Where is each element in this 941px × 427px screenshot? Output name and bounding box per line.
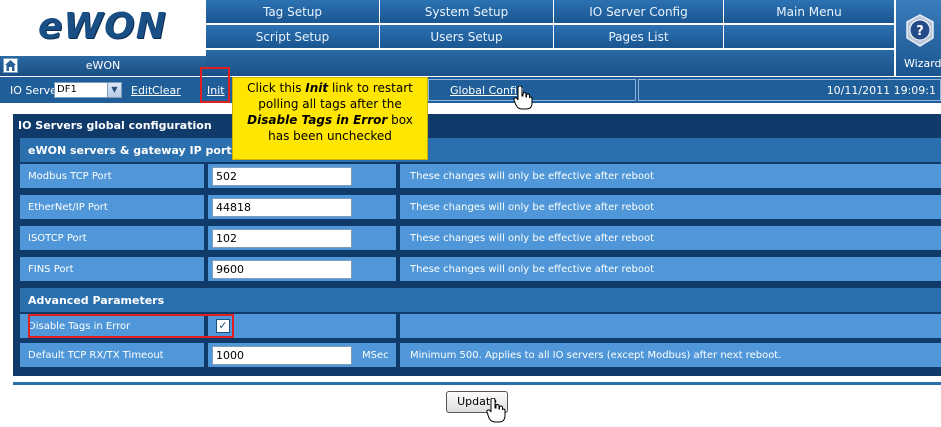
hand-cursor-icon [513, 85, 533, 113]
table-row: ISOTCP Port 102 These changes will only … [20, 226, 941, 252]
timeout-input[interactable]: 1000 [212, 346, 352, 365]
logo-subtitle: eWON [85, 59, 121, 72]
modbus-port-input[interactable]: 502 [212, 167, 352, 186]
instruction-callout: Click this Init link to restart polling … [232, 77, 428, 160]
nav-pages-list[interactable]: Pages List [554, 25, 724, 49]
nav-users-setup[interactable]: Users Setup [380, 25, 554, 49]
table-row: Modbus TCP Port 502 These changes will o… [20, 164, 941, 190]
wizard-help-icon[interactable]: ? [905, 14, 935, 51]
fins-port-input[interactable]: 9600 [212, 260, 352, 279]
datetime-cell: 10/11/2011 19:09:1 [638, 79, 941, 101]
row-label: ISOTCP Port [28, 233, 87, 244]
callout-init: Init [305, 81, 329, 95]
nav-main-menu[interactable]: Main Menu [724, 0, 895, 24]
nav-spacer [206, 50, 895, 77]
io-server-select[interactable]: DF1 ▼ [54, 82, 122, 98]
row-note: Minimum 500. Applies to all IO servers (… [410, 350, 782, 361]
nav-io-server-config[interactable]: IO Server Config [554, 0, 724, 24]
ewon-logo: eWON [0, 0, 206, 56]
advanced-section-title: Advanced Parameters [28, 294, 165, 307]
io-server-selected: DF1 [57, 84, 77, 95]
chevron-down-icon[interactable]: ▼ [107, 83, 121, 97]
row-label: FINS Port [28, 264, 74, 275]
clear-link[interactable]: Clear [152, 84, 181, 97]
row-label: EtherNet/IP Port [28, 202, 108, 213]
table-row: Default TCP RX/TX Timeout 1000 MSec Mini… [20, 343, 941, 369]
logo-brand: eWON [38, 6, 167, 47]
row-note: These changes will only be effective aft… [410, 202, 655, 213]
nav-tag-setup[interactable]: Tag Setup [206, 0, 380, 24]
home-icon[interactable] [3, 58, 18, 73]
nav-script-setup[interactable]: Script Setup [206, 25, 380, 49]
nav-empty-cell [724, 25, 895, 49]
nav-system-setup[interactable]: System Setup [380, 0, 554, 24]
logo-subtitle-bar: eWON [0, 56, 206, 76]
row-note: These changes will only be effective aft… [410, 264, 655, 275]
edit-link[interactable]: Edit [131, 84, 152, 97]
callout-line-2: polling all tags after the [258, 97, 402, 111]
ethernet-ip-port-input[interactable]: 44818 [212, 198, 352, 217]
row-note: These changes will only be effective aft… [410, 171, 655, 182]
ports-section-title: eWON servers & gateway IP ports [28, 144, 239, 157]
divider [13, 382, 941, 385]
checkbox-highlight [28, 314, 234, 338]
svg-text:?: ? [916, 24, 924, 39]
callout-line-1: Click this Init link to restart [247, 81, 413, 95]
row-label: Modbus TCP Port [28, 171, 112, 182]
hand-cursor-icon [486, 397, 506, 427]
table-row: EtherNet/IP Port 44818 These changes wil… [20, 195, 941, 221]
callout-emph: Disable Tags in Error [247, 113, 388, 127]
callout-line-3: Disable Tags in Error box [247, 113, 413, 127]
table-row: FINS Port 9600 These changes will only b… [20, 257, 941, 283]
row-note: These changes will only be effective aft… [410, 233, 655, 244]
init-highlight [200, 67, 230, 103]
isotcp-port-input[interactable]: 102 [212, 229, 352, 248]
panel-title: IO Servers global configuration [18, 119, 212, 132]
datetime-display: 10/11/2011 19:09:1 [826, 84, 936, 97]
row-label: Default TCP RX/TX Timeout [28, 350, 164, 361]
timeout-unit: MSec [362, 350, 389, 361]
callout-line-4: has been unchecked [268, 129, 392, 143]
wizards-label: Wizards [904, 57, 941, 70]
